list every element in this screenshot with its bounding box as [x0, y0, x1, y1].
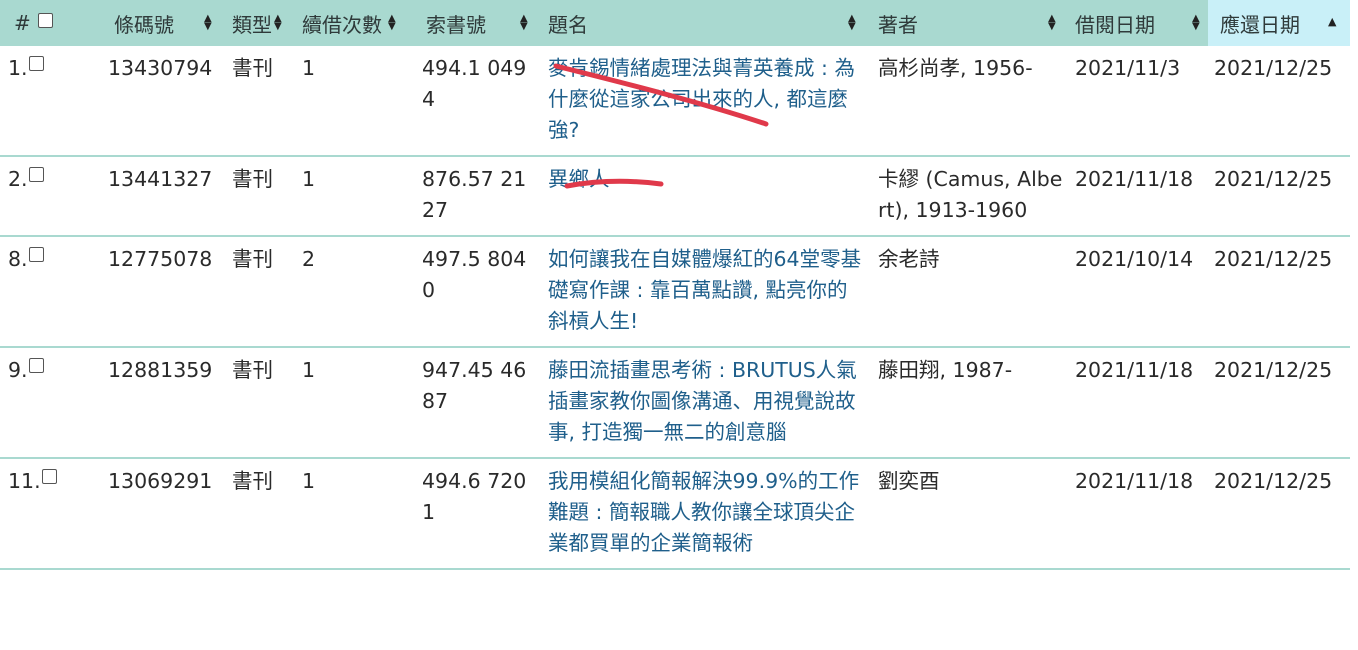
type-header-label: 類型: [232, 12, 272, 37]
borrow-date-cell: 2021/11/3: [1069, 46, 1208, 157]
row-index: 9.: [8, 358, 28, 382]
borrow-date-cell: 2021/11/18: [1069, 347, 1208, 459]
borrow-date-cell: 2021/11/18: [1069, 458, 1208, 570]
sort-icon[interactable]: ▲ ▼: [1048, 14, 1058, 32]
title-header-label: 題名: [548, 12, 588, 37]
row-checkbox[interactable]: [41, 469, 57, 484]
author-header-label: 著者: [878, 12, 918, 37]
due-date-cell: 2021/12/25: [1208, 236, 1350, 348]
table-row: 9. 12881359 書刊 1 947.45 4687 藤田流插畫思考術 : …: [0, 347, 1350, 459]
index-cell: 1.: [0, 46, 102, 157]
row-index: 11.: [8, 469, 41, 493]
type-cell: 書刊: [226, 236, 296, 348]
callno-header-label: 索書號: [426, 12, 486, 37]
barcode-cell: 12881359: [102, 347, 226, 459]
table-row: 11. 13069291 書刊 1 494.6 7201 我用模組化簡報解決99…: [0, 458, 1350, 570]
renewals-cell: 1: [296, 46, 416, 157]
barcode-header[interactable]: 條碼號 ▲ ▼: [102, 0, 226, 46]
author-cell: 高杉尚孝, 1956-: [872, 46, 1069, 157]
barcode-cell: 13069291: [102, 458, 226, 570]
borrow-date-header[interactable]: 借閱日期 ▲ ▼: [1069, 0, 1208, 46]
row-index: 2.: [8, 167, 28, 191]
index-cell: 2.: [0, 156, 102, 237]
barcode-cell: 13441327: [102, 156, 226, 237]
callno-cell: 494.1 0494: [416, 46, 542, 157]
type-cell: 書刊: [226, 156, 296, 237]
sort-icon[interactable]: ▲ ▼: [204, 14, 214, 32]
type-cell: 書刊: [226, 347, 296, 459]
title-header[interactable]: 題名 ▲ ▼: [542, 0, 872, 46]
title-cell: 麥肯錫情緒處理法與菁英養成 : 為什麼從這家公司出來的人, 都這麼強?: [542, 46, 872, 157]
index-cell: 11.: [0, 458, 102, 570]
book-title-link[interactable]: 藤田流插畫思考術 : BRUTUS人氣插畫家教你圖像溝通、用視覺說故事, 打造獨…: [548, 358, 857, 444]
book-title-link[interactable]: 如何讓我在自媒體爆紅的64堂零基礎寫作課 : 靠百萬點讚, 點亮你的斜槓人生!: [548, 247, 861, 333]
title-cell: 藤田流插畫思考術 : BRUTUS人氣插畫家教你圖像溝通、用視覺說故事, 打造獨…: [542, 347, 872, 459]
table-row: 2. 13441327 書刊 1 876.57 2127 異鄉人 卡繆 (Cam…: [0, 156, 1350, 237]
row-checkbox[interactable]: [28, 167, 44, 182]
type-header[interactable]: 類型 ▲ ▼: [226, 0, 296, 46]
barcode-cell: 13430794: [102, 46, 226, 157]
row-checkbox[interactable]: [28, 247, 44, 262]
author-cell: 卡繆 (Camus, Albert), 1913-1960: [872, 156, 1069, 237]
author-cell: 藤田翔, 1987-: [872, 347, 1069, 459]
author-cell: 余老詩: [872, 236, 1069, 348]
author-cell: 劉奕酉: [872, 458, 1069, 570]
due-date-cell: 2021/12/25: [1208, 458, 1350, 570]
index-header: #: [0, 0, 102, 46]
title-cell: 我用模組化簡報解決99.9%的工作難題 : 簡報職人教你讓全球頂尖企業都買單的企…: [542, 458, 872, 570]
loan-table: # 條碼號 ▲▼ 類型 ▲▼ 續借次數 ▲▼ 索書號 ▲▼ 題名 ▲▼: [0, 0, 1350, 570]
index-cell: 9.: [0, 347, 102, 459]
borrow-date-header-label: 借閱日期: [1075, 12, 1155, 37]
index-header-label: #: [14, 11, 31, 35]
borrow-date-cell: 2021/10/14: [1069, 236, 1208, 348]
type-cell: 書刊: [226, 46, 296, 157]
borrow-date-cell: 2021/11/18: [1069, 156, 1208, 237]
renewals-cell: 1: [296, 347, 416, 459]
due-date-cell: 2021/12/25: [1208, 156, 1350, 237]
row-index: 1.: [8, 56, 28, 80]
table-row: 1. 13430794 書刊 1 494.1 0494 麥肯錫情緒處理法與菁英養…: [0, 46, 1350, 157]
due-date-cell: 2021/12/25: [1208, 46, 1350, 157]
renewals-cell: 1: [296, 156, 416, 237]
barcode-header-label: 條碼號: [114, 12, 174, 37]
renewals-header[interactable]: 續借次數 ▲ ▼: [296, 0, 416, 46]
due-date-header[interactable]: 應還日期 ▲: [1208, 0, 1350, 46]
sort-icon[interactable]: ▲ ▼: [520, 14, 530, 32]
select-all-checkbox[interactable]: [38, 13, 54, 28]
sort-icon[interactable]: ▲ ▼: [848, 14, 858, 32]
sort-icon[interactable]: ▲ ▼: [388, 14, 398, 32]
title-cell: 如何讓我在自媒體爆紅的64堂零基礎寫作課 : 靠百萬點讚, 點亮你的斜槓人生!: [542, 236, 872, 348]
book-title-link[interactable]: 異鄉人: [548, 167, 610, 191]
table-row: 8. 12775078 書刊 2 497.5 8040 如何讓我在自媒體爆紅的6…: [0, 236, 1350, 348]
callno-cell: 947.45 4687: [416, 347, 542, 459]
renewals-header-label: 續借次數: [302, 12, 382, 37]
row-checkbox[interactable]: [28, 56, 44, 71]
callno-header[interactable]: 索書號 ▲ ▼: [416, 0, 542, 46]
header-row: # 條碼號 ▲▼ 類型 ▲▼ 續借次數 ▲▼ 索書號 ▲▼ 題名 ▲▼: [0, 0, 1350, 46]
barcode-cell: 12775078: [102, 236, 226, 348]
sort-ascending-icon[interactable]: ▲: [1328, 15, 1336, 28]
renewals-cell: 1: [296, 458, 416, 570]
title-cell: 異鄉人: [542, 156, 872, 237]
due-date-cell: 2021/12/25: [1208, 347, 1350, 459]
callno-cell: 876.57 2127: [416, 156, 542, 237]
callno-cell: 494.6 7201: [416, 458, 542, 570]
sort-icon[interactable]: ▲ ▼: [1192, 14, 1202, 32]
callno-cell: 497.5 8040: [416, 236, 542, 348]
type-cell: 書刊: [226, 458, 296, 570]
book-title-link[interactable]: 麥肯錫情緒處理法與菁英養成 : 為什麼從這家公司出來的人, 都這麼強?: [548, 56, 855, 142]
row-checkbox[interactable]: [28, 358, 44, 373]
sort-icon[interactable]: ▲ ▼: [274, 14, 284, 32]
due-date-header-label: 應還日期: [1220, 12, 1300, 37]
book-title-link[interactable]: 我用模組化簡報解決99.9%的工作難題 : 簡報職人教你讓全球頂尖企業都買單的企…: [548, 469, 859, 555]
renewals-cell: 2: [296, 236, 416, 348]
index-cell: 8.: [0, 236, 102, 348]
author-header[interactable]: 著者 ▲ ▼: [872, 0, 1069, 46]
row-index: 8.: [8, 247, 28, 271]
